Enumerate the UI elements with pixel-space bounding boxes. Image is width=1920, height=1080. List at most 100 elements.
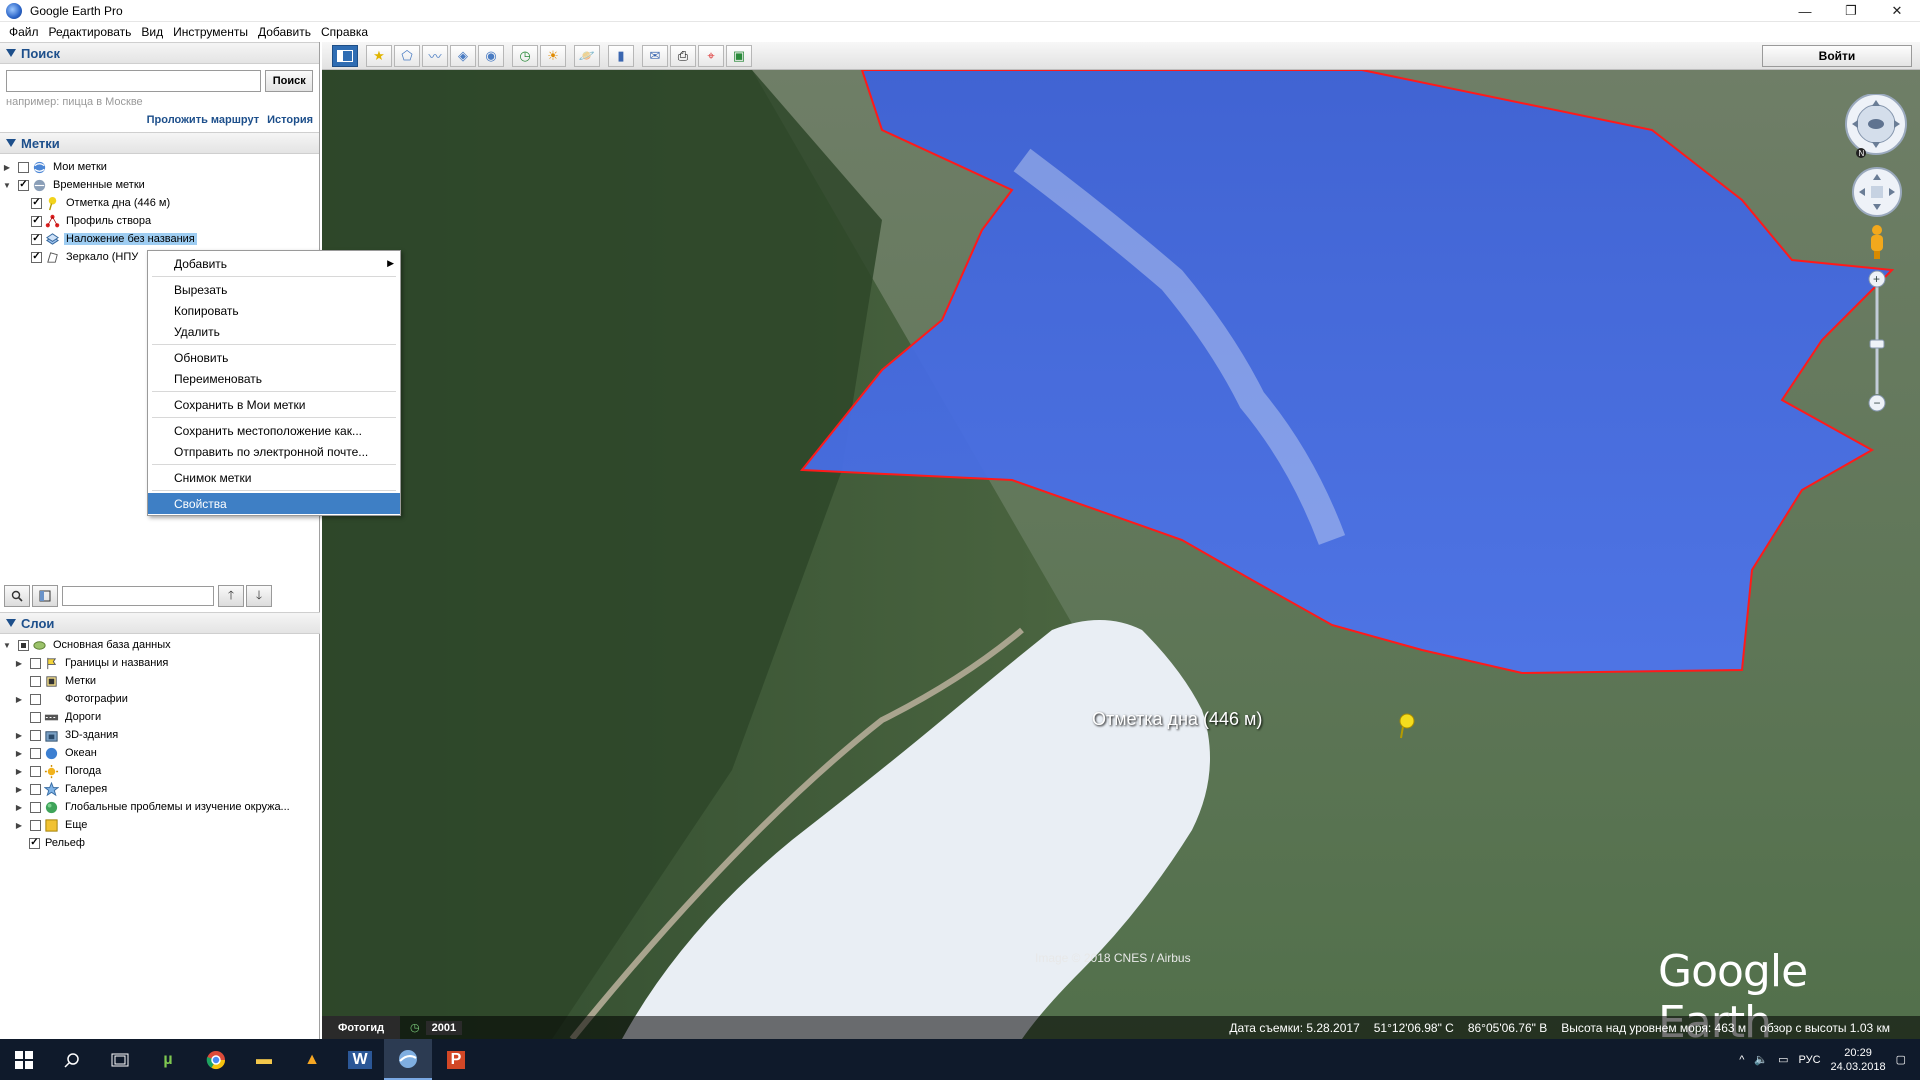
tray-chevron-icon[interactable]: ^ bbox=[1739, 1054, 1744, 1066]
tree-row-my-places[interactable]: ▶ Мои метки bbox=[2, 158, 109, 176]
street-view-pegman-icon[interactable] bbox=[1871, 225, 1883, 259]
layer-row-global-awareness[interactable]: ▶ Глобальные проблемы и изучение окружа.… bbox=[14, 798, 292, 816]
checkbox[interactable] bbox=[31, 233, 42, 245]
move-joystick[interactable] bbox=[1852, 167, 1902, 217]
search-input[interactable] bbox=[6, 70, 262, 92]
checkbox[interactable] bbox=[30, 765, 41, 777]
search-button[interactable]: Поиск bbox=[265, 70, 313, 92]
checkbox[interactable] bbox=[31, 215, 42, 227]
move-up-button[interactable]: 🡑 bbox=[218, 585, 244, 607]
google-maps-button[interactable]: ⌖ bbox=[698, 44, 724, 67]
layer-row-photos[interactable]: ▶ Фотографии bbox=[14, 690, 130, 708]
checkbox[interactable] bbox=[30, 711, 41, 723]
add-path-button[interactable]: 〰 bbox=[422, 44, 448, 67]
expand-icon[interactable]: ▶ bbox=[14, 748, 24, 758]
sidebar-toggle-button[interactable] bbox=[332, 44, 358, 67]
network-icon[interactable]: ▭ bbox=[1778, 1053, 1788, 1066]
checkbox[interactable] bbox=[18, 179, 29, 191]
checkbox[interactable] bbox=[30, 729, 41, 741]
checkbox[interactable] bbox=[30, 801, 41, 813]
keyboard-language[interactable]: РУС bbox=[1799, 1054, 1821, 1066]
collapse-icon[interactable]: ▼ bbox=[2, 640, 12, 650]
menu-view[interactable]: Вид bbox=[136, 25, 168, 39]
places-panel-header[interactable]: Метки bbox=[0, 132, 319, 154]
menu-tools[interactable]: Инструменты bbox=[168, 25, 253, 39]
layer-row-more[interactable]: ▶ Еще bbox=[14, 816, 89, 834]
layer-row-terrain[interactable]: Рельеф bbox=[26, 834, 87, 852]
add-overlay-button[interactable]: ◈ bbox=[450, 44, 476, 67]
tree-row-reservoir[interactable]: Зеркало (НПУ bbox=[28, 248, 140, 266]
tree-row-temporary-places[interactable]: ▼ Временные метки bbox=[2, 176, 147, 194]
taskbar-utorrent[interactable]: µ bbox=[144, 1039, 192, 1080]
menu-item-add[interactable]: Добавить ▶ bbox=[148, 253, 400, 274]
menu-item-delete[interactable]: Удалить bbox=[148, 321, 400, 342]
taskbar-explorer[interactable]: ▬ bbox=[240, 1039, 288, 1080]
look-joystick[interactable] bbox=[1845, 93, 1907, 155]
collapse-icon[interactable]: ▼ bbox=[2, 180, 12, 190]
menu-item-snapshot[interactable]: Снимок метки bbox=[148, 467, 400, 488]
layer-row-roads[interactable]: Дороги bbox=[14, 708, 103, 726]
historical-imagery-indicator[interactable]: ◷ 2001 bbox=[410, 1020, 463, 1035]
expand-icon[interactable]: ▶ bbox=[14, 820, 24, 830]
email-button[interactable]: ✉ bbox=[642, 44, 668, 67]
menu-help[interactable]: Справка bbox=[316, 25, 373, 39]
taskbar-app-triangle[interactable]: ▲ bbox=[288, 1039, 336, 1080]
earth-view[interactable]: Отметка дна (446 м) Image © 2018 CNES / … bbox=[322, 70, 1920, 1039]
checkbox[interactable] bbox=[31, 197, 42, 209]
menu-item-properties[interactable]: Свойства bbox=[148, 493, 400, 514]
taskbar-search-button[interactable] bbox=[48, 1039, 96, 1080]
layer-row-primary-database[interactable]: ▼ Основная база данных bbox=[2, 636, 173, 654]
tree-row-section-profile[interactable]: Профиль створа bbox=[28, 212, 153, 230]
layer-row-labels[interactable]: Метки bbox=[14, 672, 98, 690]
record-tour-button[interactable]: ◉ bbox=[478, 44, 504, 67]
checkbox[interactable] bbox=[18, 639, 29, 651]
tree-row-bottom-mark[interactable]: Отметка дна (446 м) bbox=[28, 194, 172, 212]
search-panel-header[interactable]: Поиск bbox=[0, 42, 319, 64]
close-button[interactable]: ✕ bbox=[1874, 0, 1920, 22]
print-button[interactable]: ⎙ bbox=[670, 44, 696, 67]
clock[interactable]: 20:29 24.03.2018 bbox=[1831, 1046, 1886, 1074]
menu-item-save-place-as[interactable]: Сохранить местоположение как... bbox=[148, 420, 400, 441]
ruler-button[interactable]: ▮ bbox=[608, 44, 634, 67]
checkbox[interactable] bbox=[31, 251, 42, 263]
checkbox[interactable] bbox=[30, 747, 41, 759]
checkbox[interactable] bbox=[18, 161, 29, 173]
checkbox[interactable] bbox=[30, 693, 41, 705]
checkbox[interactable] bbox=[30, 657, 41, 669]
toggle-panel-button[interactable] bbox=[32, 585, 58, 607]
history-link[interactable]: История bbox=[267, 114, 313, 126]
save-image-button[interactable]: ▣ bbox=[726, 44, 752, 67]
move-down-button[interactable]: 🡓 bbox=[246, 585, 272, 607]
layer-row-borders[interactable]: ▶ Границы и названия bbox=[14, 654, 170, 672]
route-link[interactable]: Проложить маршрут bbox=[147, 114, 259, 126]
volume-icon[interactable]: 🔈 bbox=[1754, 1053, 1768, 1066]
checkbox[interactable] bbox=[30, 783, 41, 795]
expand-icon[interactable]: ▶ bbox=[14, 694, 24, 704]
minimize-button[interactable]: — bbox=[1782, 0, 1828, 22]
menu-item-copy[interactable]: Копировать bbox=[148, 300, 400, 321]
menu-edit[interactable]: Редактировать bbox=[44, 25, 137, 39]
historical-imagery-button[interactable]: ◷ bbox=[512, 44, 538, 67]
taskbar-chrome[interactable] bbox=[192, 1039, 240, 1080]
expand-icon[interactable]: ▶ bbox=[14, 784, 24, 794]
menu-item-refresh[interactable]: Обновить bbox=[148, 347, 400, 368]
expand-icon[interactable]: ▶ bbox=[14, 730, 24, 740]
add-placemark-button[interactable]: ★ bbox=[366, 44, 392, 67]
expand-icon[interactable]: ▶ bbox=[14, 802, 24, 812]
taskbar-word[interactable]: W bbox=[336, 1039, 384, 1080]
switch-planet-button[interactable]: 🪐 bbox=[574, 44, 600, 67]
expand-icon[interactable]: ▶ bbox=[14, 658, 24, 668]
taskbar-powerpoint[interactable]: P bbox=[432, 1039, 480, 1080]
menu-add[interactable]: Добавить bbox=[253, 25, 316, 39]
search-places-button[interactable] bbox=[4, 585, 30, 607]
restore-button[interactable]: ❐ bbox=[1828, 0, 1874, 22]
tour-guide-tab[interactable]: Фотогид bbox=[322, 1016, 400, 1039]
layer-row-gallery[interactable]: ▶ Галерея bbox=[14, 780, 109, 798]
taskbar-google-earth[interactable] bbox=[384, 1039, 432, 1080]
zoom-slider[interactable]: + − bbox=[1868, 270, 1886, 412]
menu-file[interactable]: Файл bbox=[4, 25, 44, 39]
checkbox[interactable] bbox=[30, 675, 41, 687]
tree-row-untitled-overlay[interactable]: Наложение без названия bbox=[28, 230, 318, 248]
task-view-button[interactable] bbox=[96, 1039, 144, 1080]
notifications-icon[interactable]: ▢ bbox=[1896, 1053, 1906, 1066]
